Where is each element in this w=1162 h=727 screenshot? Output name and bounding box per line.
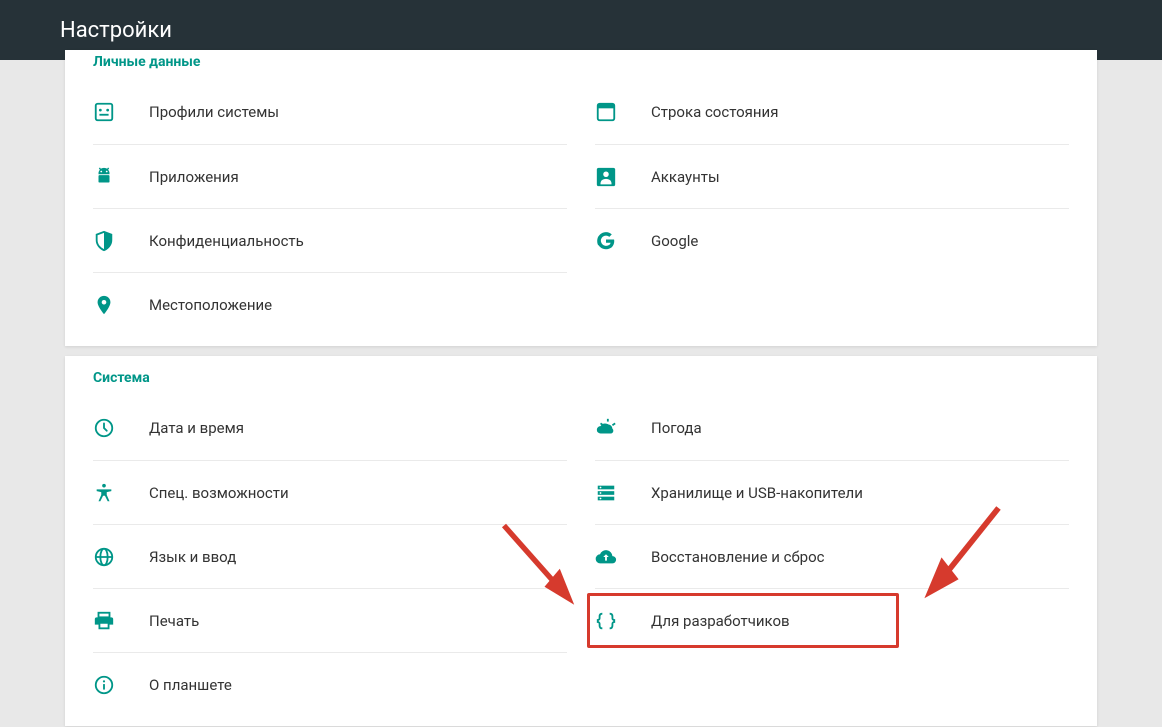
system-left-col: Дата и время Спец. возможности Язык и вв… [79, 396, 581, 716]
label: Для разработчиков [651, 612, 1069, 630]
label: Конфиденциальность [149, 232, 567, 250]
braces-icon [595, 610, 651, 632]
label: Профили системы [149, 103, 567, 121]
profiles-icon [93, 101, 149, 123]
page-title: Настройки [60, 18, 172, 43]
item-accounts[interactable]: Аккаунты [595, 144, 1069, 208]
label: Аккаунты [651, 168, 1069, 186]
clock-icon [93, 417, 149, 439]
item-language[interactable]: Язык и ввод [93, 524, 567, 588]
statusbar-icon [595, 101, 651, 123]
label: Печать [149, 612, 567, 630]
item-developer-options[interactable]: Для разработчиков [595, 588, 1069, 652]
label: Язык и ввод [149, 548, 567, 566]
label: Дата и время [149, 419, 567, 437]
info-icon [93, 674, 149, 696]
google-icon [595, 230, 651, 252]
item-backup-reset[interactable]: Восстановление и сброс [595, 524, 1069, 588]
content: Личные данные Профили системы Приложения… [0, 50, 1162, 726]
item-weather[interactable]: Погода [595, 396, 1069, 460]
item-location[interactable]: Местоположение [93, 272, 567, 336]
item-accessibility[interactable]: Спец. возможности [93, 460, 567, 524]
item-print[interactable]: Печать [93, 588, 567, 652]
location-icon [93, 294, 149, 316]
backup-icon [595, 546, 651, 568]
shield-icon [93, 230, 149, 252]
print-icon [93, 610, 149, 632]
account-icon [595, 166, 651, 188]
section-header-system: Система [65, 356, 1097, 396]
label: Google [651, 232, 1069, 250]
system-right-col: Погода Хранилище и USB-накопители Восста… [581, 396, 1083, 716]
globe-icon [93, 546, 149, 568]
label: Приложения [149, 168, 567, 186]
label: О планшете [149, 676, 567, 694]
section-header-personal: Личные данные [65, 50, 1097, 80]
weather-icon [595, 417, 651, 439]
item-statusbar[interactable]: Строка состояния [595, 80, 1069, 144]
label: Местоположение [149, 296, 567, 314]
label: Восстановление и сброс [651, 548, 1069, 566]
personal-right-col: Строка состояния Аккаунты Google [581, 80, 1083, 336]
item-privacy[interactable]: Конфиденциальность [93, 208, 567, 272]
label: Строка состояния [651, 103, 1069, 121]
label: Погода [651, 419, 1069, 437]
item-datetime[interactable]: Дата и время [93, 396, 567, 460]
android-icon [93, 166, 149, 188]
item-storage[interactable]: Хранилище и USB-накопители [595, 460, 1069, 524]
item-apps[interactable]: Приложения [93, 144, 567, 208]
storage-icon [595, 482, 651, 504]
accessibility-icon [93, 482, 149, 504]
item-system-profiles[interactable]: Профили системы [93, 80, 567, 144]
label: Хранилище и USB-накопители [651, 484, 1069, 502]
item-about-tablet[interactable]: О планшете [93, 652, 567, 716]
label: Спец. возможности [149, 484, 567, 502]
card-personal: Личные данные Профили системы Приложения… [65, 50, 1097, 346]
item-google[interactable]: Google [595, 208, 1069, 272]
personal-left-col: Профили системы Приложения Конфиденциаль… [79, 80, 581, 336]
card-system: Система Дата и время Спец. возможности Я… [65, 356, 1097, 726]
